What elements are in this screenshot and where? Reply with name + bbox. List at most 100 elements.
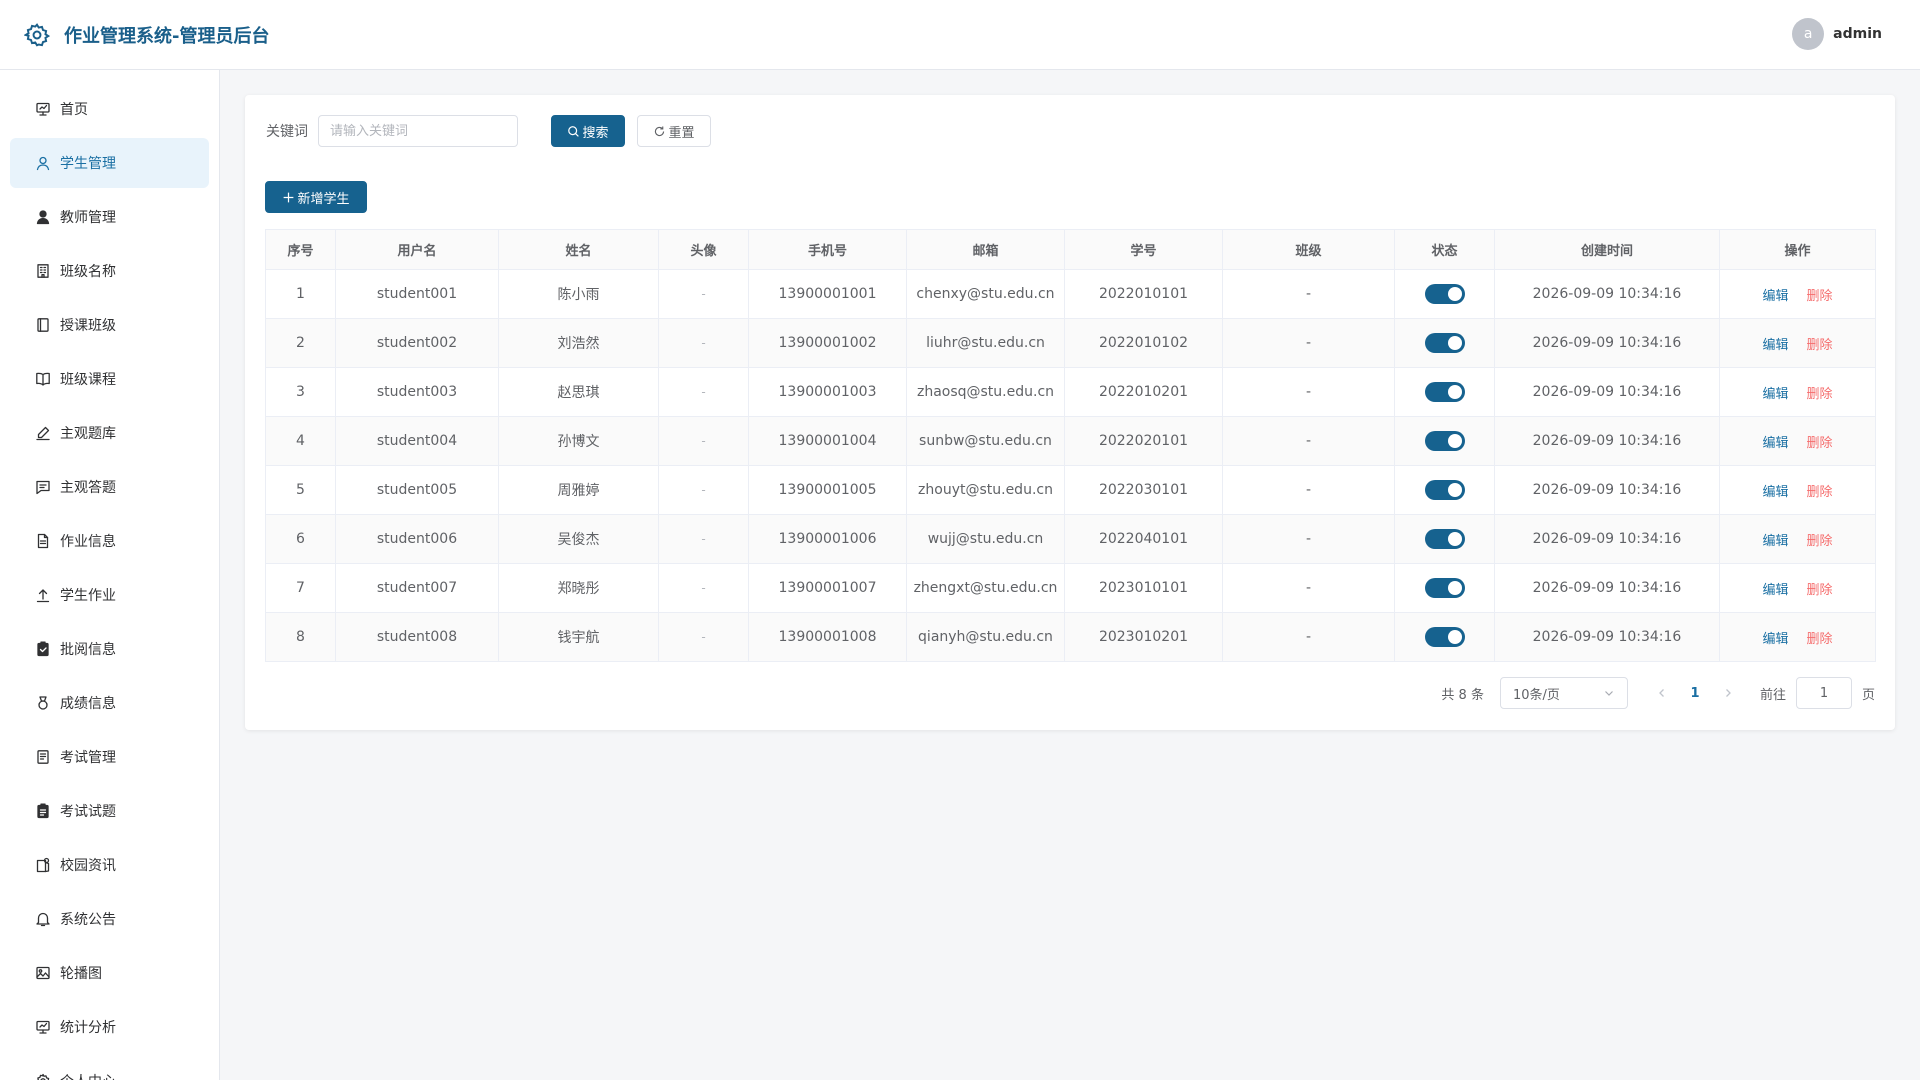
reset-button[interactable]: 重置 <box>637 115 711 147</box>
status-toggle[interactable] <box>1424 431 1465 451</box>
edit-button[interactable]: 编辑 <box>1762 338 1788 353</box>
column-header: 状态 <box>1394 229 1495 270</box>
status-toggle[interactable] <box>1424 627 1465 647</box>
prev-page-button[interactable] <box>1650 679 1674 707</box>
status-toggle[interactable] <box>1424 333 1465 353</box>
sidebar-item-8[interactable]: 作业信息 <box>10 516 209 566</box>
avatar[interactable]: a <box>1792 18 1825 50</box>
edit-button[interactable]: 编辑 <box>1762 632 1788 647</box>
cell-username: student004 <box>335 416 499 466</box>
cell-actions: 编辑 删除 <box>1719 269 1876 319</box>
delete-button[interactable]: 删除 <box>1807 632 1833 647</box>
sidebar-item-9[interactable]: 学生作业 <box>10 570 209 620</box>
cell-email: liuhr@stu.edu.cn <box>906 318 1065 368</box>
username[interactable]: admin <box>1833 26 1882 42</box>
sidebar: 首页 学生管理 教师管理 班级名称 授课班级班级课程主观题库 主观答题作业信息学生作业 批阅… <box>0 70 220 1080</box>
cell-phone: 13900001005 <box>748 465 907 515</box>
cell-created: 2026-09-09 10:34:16 <box>1494 318 1720 368</box>
goto-suffix: 页 <box>1861 687 1875 703</box>
cell-status <box>1394 612 1495 662</box>
sidebar-item-10[interactable]: 批阅信息 <box>10 624 209 674</box>
cell-status <box>1394 269 1495 319</box>
sidebar-item-6[interactable]: 主观题库 <box>10 408 209 458</box>
cell-index: 6 <box>265 514 336 564</box>
keyword-input[interactable] <box>318 115 518 147</box>
sidebar-item-17[interactable]: 统计分析 <box>10 1002 209 1052</box>
status-toggle[interactable] <box>1424 382 1465 402</box>
reset-button-label: 重置 <box>668 125 695 141</box>
sidebar-item-7[interactable]: 主观答题 <box>10 462 209 512</box>
sidebar-item-2[interactable]: 教师管理 <box>10 192 209 242</box>
delete-button[interactable]: 删除 <box>1807 534 1833 549</box>
cell-index: 2 <box>265 318 336 368</box>
sidebar-item-3[interactable]: 班级名称 <box>10 246 209 296</box>
search-button[interactable]: 搜索 <box>551 115 625 147</box>
reading-icon <box>34 370 52 388</box>
cell-created: 2026-09-09 10:34:16 <box>1494 416 1720 466</box>
sidebar-item-13[interactable]: 考试试题 <box>10 786 209 836</box>
add-student-button[interactable]: 新增学生 <box>265 181 367 213</box>
sidebar-item-4[interactable]: 授课班级 <box>10 300 209 350</box>
cell-index: 1 <box>265 269 336 319</box>
cell-username: student006 <box>335 514 499 564</box>
cell-avatar: - <box>658 416 749 466</box>
cell-username: student008 <box>335 612 499 662</box>
sidebar-item-label: 系统公告 <box>60 912 116 928</box>
sidebar-item-18[interactable]: 个人中心 <box>10 1056 209 1080</box>
delete-button[interactable]: 删除 <box>1807 583 1833 598</box>
sidebar-item-label: 轮播图 <box>60 966 102 982</box>
column-header: 头像 <box>658 229 749 270</box>
edit-button[interactable]: 编辑 <box>1762 583 1788 598</box>
cell-status <box>1394 563 1495 613</box>
sidebar-item-0[interactable]: 首页 <box>10 84 209 134</box>
delete-button[interactable]: 删除 <box>1807 387 1833 402</box>
user-icon <box>34 154 52 172</box>
next-page-button[interactable] <box>1716 679 1740 707</box>
cell-index: 7 <box>265 563 336 613</box>
cell-username: student002 <box>335 318 499 368</box>
sidebar-item-5[interactable]: 班级课程 <box>10 354 209 404</box>
sidebar-item-16[interactable]: 轮播图 <box>10 948 209 998</box>
sidebar-item-label: 班级课程 <box>60 372 116 388</box>
edit-button[interactable]: 编辑 <box>1762 485 1788 500</box>
cell-actions: 编辑 删除 <box>1719 563 1876 613</box>
sidebar-item-14[interactable]: 校园资讯 <box>10 840 209 890</box>
sidebar-item-1[interactable]: 学生管理 <box>10 138 209 188</box>
page-number-current[interactable]: 1 <box>1680 679 1710 707</box>
keyword-label: 关键词 <box>266 124 308 140</box>
cell-status <box>1394 367 1495 417</box>
delete-button[interactable]: 删除 <box>1807 436 1833 451</box>
cell-student-no: 2023010101 <box>1064 563 1223 613</box>
sidebar-item-label: 统计分析 <box>60 1020 116 1036</box>
edit-button[interactable]: 编辑 <box>1762 534 1788 549</box>
delete-button[interactable]: 删除 <box>1807 338 1833 353</box>
goto-page-input[interactable] <box>1795 677 1852 709</box>
column-header: 学号 <box>1064 229 1223 270</box>
cell-actions: 编辑 删除 <box>1719 514 1876 564</box>
sidebar-item-label: 校园资讯 <box>60 858 116 874</box>
status-toggle[interactable] <box>1424 578 1465 598</box>
page-size-select[interactable]: 10条/页 <box>1499 677 1628 709</box>
cell-avatar: - <box>658 269 749 319</box>
delete-button[interactable]: 删除 <box>1807 485 1833 500</box>
sidebar-item-label: 个人中心 <box>60 1071 116 1080</box>
user-menu[interactable]: a admin <box>1792 18 1882 50</box>
cell-actions: 编辑 删除 <box>1719 465 1876 515</box>
sidebar-item-11[interactable]: 成绩信息 <box>10 678 209 728</box>
sidebar-item-label: 作业信息 <box>60 534 116 550</box>
total-count: 共 8 条 <box>1441 687 1484 703</box>
cell-created: 2026-09-09 10:34:16 <box>1494 465 1720 515</box>
cell-email: zhouyt@stu.edu.cn <box>906 465 1065 515</box>
sidebar-item-12[interactable]: 考试管理 <box>10 732 209 782</box>
chevron-left-icon <box>1659 689 1664 697</box>
status-toggle[interactable] <box>1424 284 1465 304</box>
delete-button[interactable]: 删除 <box>1807 289 1833 304</box>
edit-button[interactable]: 编辑 <box>1762 436 1788 451</box>
edit-button[interactable]: 编辑 <box>1762 387 1788 402</box>
cell-student-no: 2023010201 <box>1064 612 1223 662</box>
edit-button[interactable]: 编辑 <box>1762 289 1788 304</box>
cell-email: sunbw@stu.edu.cn <box>906 416 1065 466</box>
sidebar-item-15[interactable]: 系统公告 <box>10 894 209 944</box>
status-toggle[interactable] <box>1424 480 1465 500</box>
status-toggle[interactable] <box>1424 529 1465 549</box>
